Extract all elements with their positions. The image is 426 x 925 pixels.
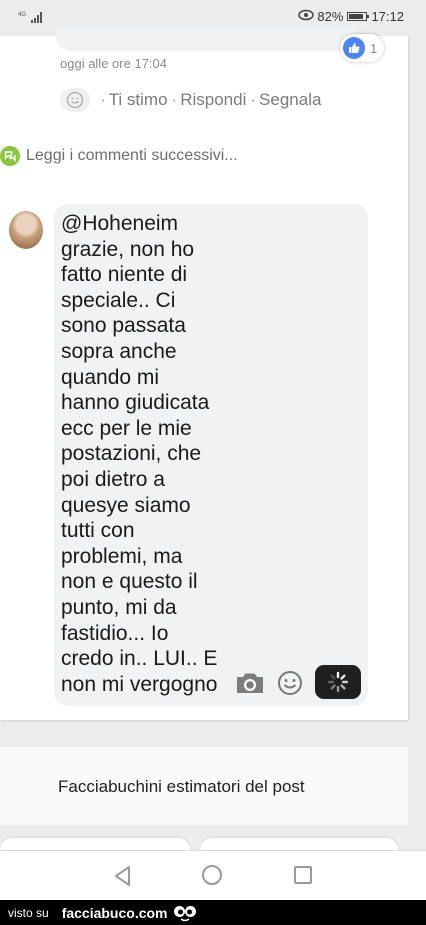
reaction-button[interactable] <box>60 88 90 112</box>
watermark-site: facciabuco.com <box>61 904 168 921</box>
eye-icon <box>298 9 315 24</box>
smiley-icon <box>66 91 84 109</box>
more-comments-label: Leggi i commenti successivi... <box>26 147 238 164</box>
avatar[interactable] <box>9 211 43 249</box>
comments-icon <box>0 146 20 166</box>
back-icon[interactable] <box>113 865 133 892</box>
ti-stimo-link[interactable]: Ti stimo <box>109 90 168 110</box>
thumbs-up-icon <box>343 37 365 59</box>
more-comments-link[interactable]: Leggi i commenti successivi... <box>0 146 238 166</box>
send-button[interactable] <box>315 665 361 699</box>
estimators-title: Facciabuchini estimatori del post <box>58 777 305 796</box>
comment-actions: · Ti stimo · Rispondi · Segnala <box>60 88 321 112</box>
comment-timestamp: oggi alle ore 17:04 <box>60 56 167 71</box>
battery-icon <box>347 12 370 21</box>
network-type: 4G <box>18 12 26 18</box>
emoji-icon[interactable] <box>276 669 304 702</box>
previous-comment-bubble <box>56 26 356 51</box>
comment-input-text[interactable]: @Hoheneim grazie, non ho fatto niente di… <box>61 211 231 697</box>
comment-compose-box[interactable]: @Hoheneim grazie, non ho fatto niente di… <box>54 204 368 706</box>
watermark-prefix: visto su <box>8 905 49 920</box>
clock: 17:12 <box>371 9 404 24</box>
recent-apps-icon[interactable] <box>294 866 312 884</box>
like-count: 1 <box>370 40 378 56</box>
rispondi-link[interactable]: Rispondi <box>180 90 246 110</box>
watermark-bar: visto su facciabuco.com <box>0 900 426 925</box>
camera-icon[interactable] <box>234 670 266 701</box>
home-icon[interactable] <box>202 865 222 885</box>
like-badge[interactable]: 1 <box>340 34 384 62</box>
facciabuco-logo-icon <box>173 904 197 922</box>
signal-icon: 4G <box>18 10 46 29</box>
navigation-bar <box>0 850 426 900</box>
loading-spinner-icon <box>327 671 349 693</box>
battery-percent: 82% <box>317 9 344 24</box>
segnala-link[interactable]: Segnala <box>259 90 321 110</box>
comments-card: 1 oggi alle ore 17:04 · Ti stimo · Rispo… <box>0 26 408 720</box>
estimators-card: Facciabuchini estimatori del post <box>0 747 408 825</box>
